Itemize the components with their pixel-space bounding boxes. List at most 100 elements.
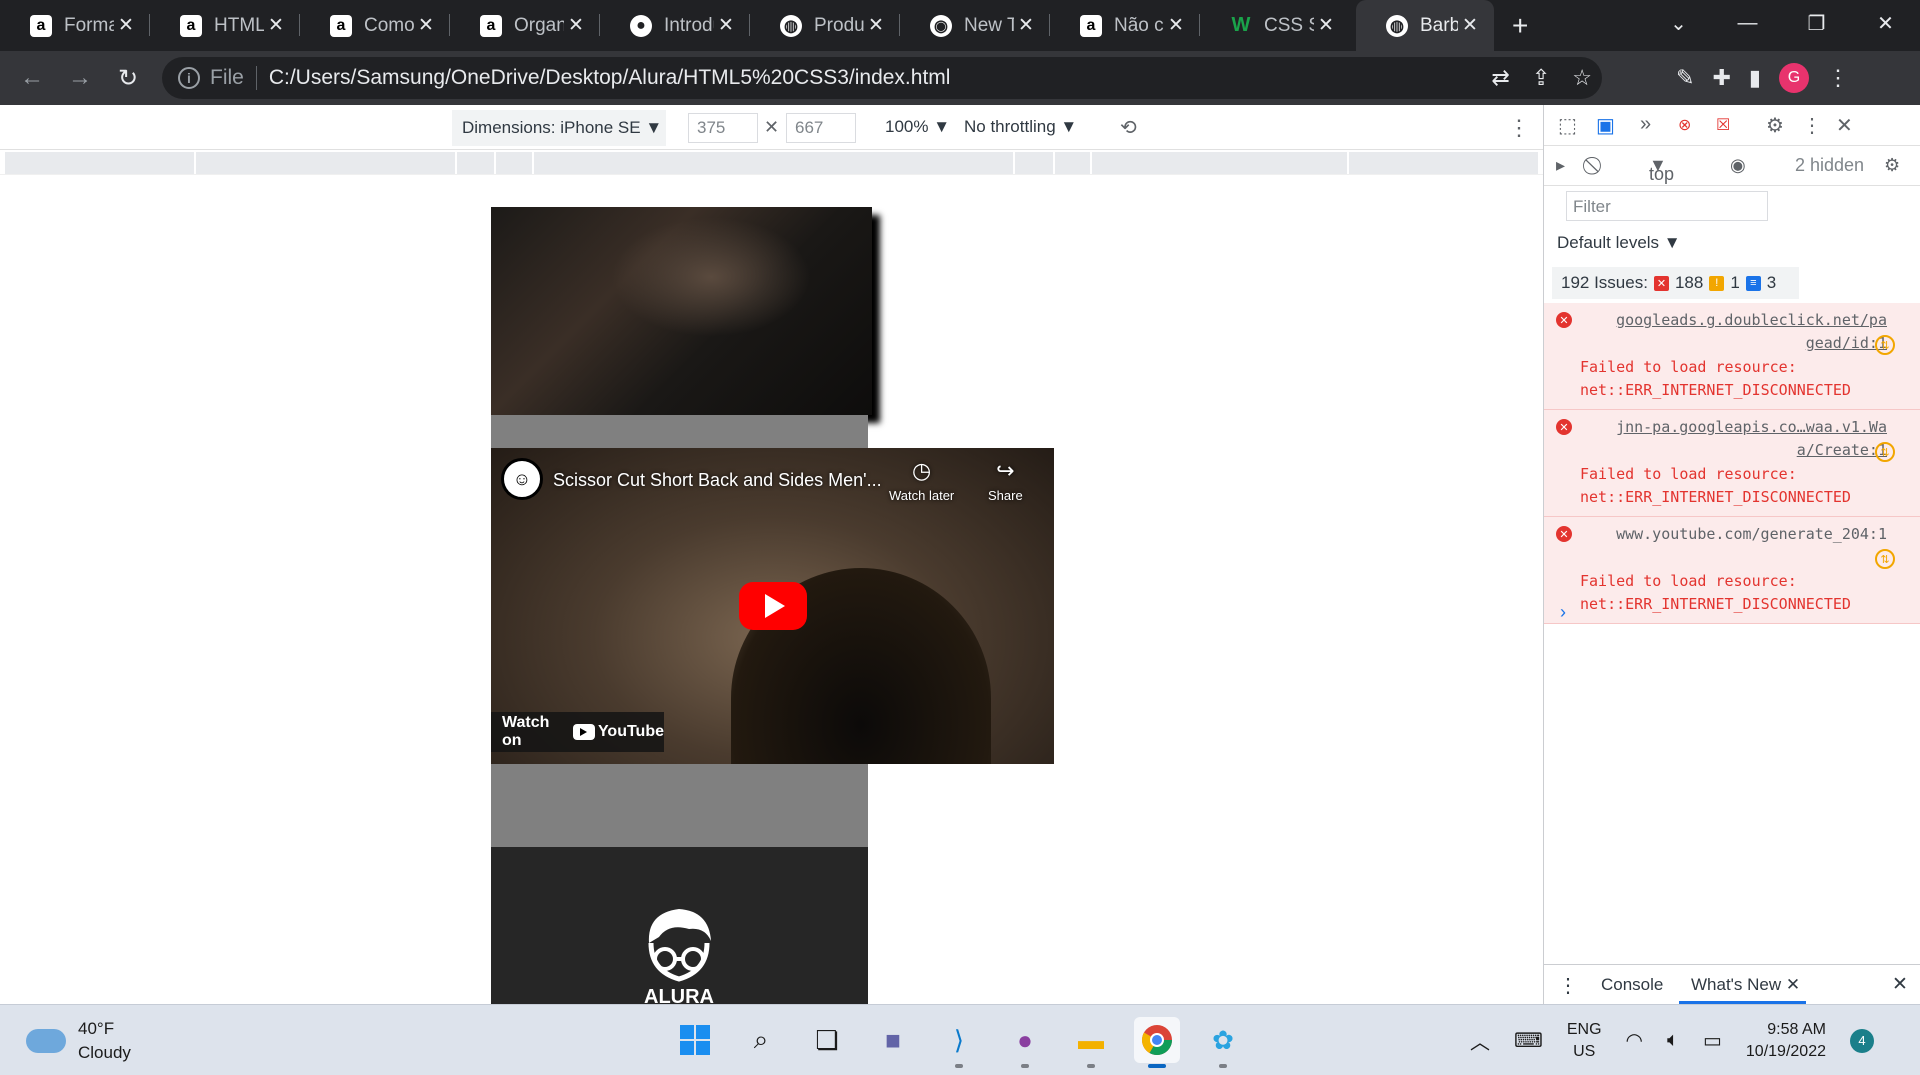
console-settings-icon[interactable]: ⚙	[1884, 155, 1900, 176]
message-source[interactable]: gead/id:1	[1580, 332, 1913, 355]
close-devtools-icon[interactable]: ✕	[1836, 113, 1853, 138]
message-source[interactable]	[1580, 546, 1913, 569]
close-icon[interactable]: ✕	[414, 14, 438, 37]
network-hint-icon[interactable]: ⇅	[1875, 549, 1895, 569]
close-icon[interactable]: ✕	[1314, 14, 1338, 37]
tab-search-icon[interactable]: ⌄	[1644, 11, 1713, 36]
browser-tab[interactable]: ◍ Produt✕	[750, 0, 900, 51]
browser-tab[interactable]: a Organi✕	[450, 0, 600, 51]
clock[interactable]: 9:58 AM 10/19/2022	[1746, 1019, 1826, 1063]
puzzle-icon[interactable]: ✚	[1712, 65, 1730, 91]
start-windows-icon[interactable]	[672, 1017, 718, 1063]
media-query-segment[interactable]	[456, 152, 495, 174]
back-button[interactable]: ←	[8, 64, 56, 92]
keyboard-icon[interactable]: ⌨	[1514, 1028, 1543, 1053]
side-panel-icon[interactable]: ▮	[1749, 65, 1761, 91]
wifi-icon[interactable]: ◠	[1626, 1028, 1643, 1053]
volume-icon[interactable]: 🔈︎	[1667, 1029, 1679, 1052]
more-tabs-icon[interactable]: »	[1640, 113, 1651, 136]
browser-tab[interactable]: a Não co✕	[1050, 0, 1200, 51]
throttling-select[interactable]: No throttling ▼	[964, 117, 1077, 137]
browser-tab[interactable]: ◉ New Ta✕	[900, 0, 1050, 51]
network-hint-icon[interactable]: ⇅	[1875, 335, 1895, 355]
filter-input[interactable]: Filter	[1566, 191, 1768, 221]
channel-logo[interactable]: ☺	[501, 458, 543, 500]
teams-chat-icon[interactable]: ■	[870, 1017, 916, 1063]
menu-kebab-icon[interactable]: ⋮	[1827, 65, 1849, 91]
video-title[interactable]: Scissor Cut Short Back and Sides Men'...	[553, 470, 882, 491]
reload-button[interactable]: ↻	[104, 64, 152, 93]
live-expression-eye-icon[interactable]: ◉	[1730, 155, 1746, 176]
play-button[interactable]	[739, 582, 807, 630]
error-count-icon[interactable]: ⊗	[1678, 115, 1691, 135]
media-query-segment[interactable]	[496, 152, 533, 174]
network-hint-icon[interactable]: ⇅	[1875, 442, 1895, 462]
file-explorer-icon[interactable]: ▬	[1068, 1017, 1114, 1068]
profile-avatar[interactable]: G	[1778, 63, 1809, 93]
watch-later-button[interactable]: ◷ Watch later	[889, 458, 954, 503]
issues-count-icon[interactable]: ☒	[1716, 115, 1730, 135]
media-query-segment[interactable]	[534, 152, 1013, 174]
inspect-element-icon[interactable]: ⬚	[1558, 113, 1577, 138]
rotate-icon[interactable]: ⟲	[1120, 115, 1137, 140]
sidebar-toggle-icon[interactable]: ▸	[1556, 155, 1565, 176]
media-query-segment[interactable]	[1014, 152, 1053, 174]
info-icon[interactable]: i	[178, 67, 200, 89]
close-icon[interactable]: ✕	[564, 14, 588, 37]
width-input[interactable]: 375	[688, 113, 758, 143]
url-text[interactable]: C:/Users/Samsung/OneDrive/Desktop/Alura/…	[269, 66, 951, 90]
close-icon[interactable]: ✕	[1164, 14, 1188, 37]
zoom-select[interactable]: 100% ▼	[885, 117, 950, 137]
watch-on-youtube[interactable]: Watch on YouTube	[491, 712, 664, 752]
battery-icon[interactable]: ▭	[1703, 1028, 1722, 1053]
browser-tab[interactable]: W CSS Sty✕	[1200, 0, 1350, 51]
browser-tab[interactable]: ● Introdu✕	[600, 0, 750, 51]
context-select[interactable]: top ▼	[1649, 155, 1674, 184]
more-options-icon[interactable]: ⋮	[1508, 115, 1530, 141]
minimize-button[interactable]: —	[1713, 12, 1782, 35]
bookmark-star-icon[interactable]: ☆	[1572, 65, 1592, 91]
close-drawer-icon[interactable]: ✕	[1892, 973, 1908, 996]
extension-icon[interactable]: ✎	[1676, 65, 1694, 91]
new-tab-button[interactable]: +	[1512, 10, 1528, 42]
chevron-up-icon[interactable]: ︿	[1470, 1026, 1490, 1055]
media-query-segment[interactable]	[196, 152, 455, 174]
message-source[interactable]: jnn-pa.googleapis.co…waa.v1.Wa	[1580, 416, 1913, 439]
drawer-menu-icon[interactable]: ⋮	[1558, 973, 1578, 998]
language-indicator[interactable]: ENG US	[1567, 1019, 1602, 1063]
address-bar[interactable]: i File C:/Users/Samsung/OneDrive/Desktop…	[162, 57, 1602, 99]
message-source[interactable]: a/Create:1	[1580, 439, 1913, 462]
tab-console[interactable]: Console	[1601, 975, 1663, 995]
close-icon[interactable]: ✕	[1014, 14, 1038, 37]
settings-gear-icon[interactable]: ⚙	[1766, 113, 1784, 138]
close-window-button[interactable]: ✕	[1851, 11, 1920, 36]
chrome-icon[interactable]	[1134, 1017, 1180, 1068]
media-query-segment[interactable]	[5, 152, 194, 174]
github-desktop-icon[interactable]: ●	[1002, 1017, 1048, 1068]
issues-counter[interactable]: 192 Issues: ✕ 188 ! 1 ≡ 3	[1552, 267, 1799, 299]
device-select[interactable]: Dimensions: iPhone SE ▼	[452, 110, 666, 146]
browser-tab[interactable]: a Como ✕	[300, 0, 450, 51]
browser-tab[interactable]: a Formaç✕	[0, 0, 150, 51]
translate-icon[interactable]: ⇄	[1491, 65, 1509, 91]
close-icon[interactable]: ✕	[714, 14, 738, 37]
forward-button[interactable]: →	[56, 64, 104, 92]
close-icon[interactable]: ✕	[264, 14, 288, 37]
close-icon[interactable]: ✕	[114, 14, 138, 37]
share-button[interactable]: ↪ Share	[988, 458, 1023, 503]
browser-tab-active[interactable]: ◍ Barbea✕	[1356, 0, 1494, 51]
height-input[interactable]: 667	[786, 113, 856, 143]
message-source[interactable]: www.youtube.com/generate_204:1	[1580, 523, 1913, 546]
close-tab-icon[interactable]: ✕	[1786, 975, 1800, 994]
media-query-segment[interactable]	[1054, 152, 1091, 174]
close-icon[interactable]: ✕	[1458, 14, 1482, 37]
device-toggle-icon[interactable]: ▣	[1596, 113, 1615, 138]
close-icon[interactable]: ✕	[864, 14, 888, 37]
search-icon[interactable]: ⌕	[738, 1017, 784, 1063]
youtube-embed[interactable]: ☺ Scissor Cut Short Back and Sides Men'.…	[491, 448, 1054, 764]
restore-button[interactable]: ❐	[1782, 11, 1851, 36]
share-icon[interactable]: ⇪	[1532, 65, 1550, 91]
weather-widget[interactable]: 40°F Cloudy	[26, 1017, 131, 1065]
customize-kebab-icon[interactable]: ⋮	[1802, 113, 1822, 138]
vscode-icon[interactable]: ⟩	[936, 1017, 982, 1068]
